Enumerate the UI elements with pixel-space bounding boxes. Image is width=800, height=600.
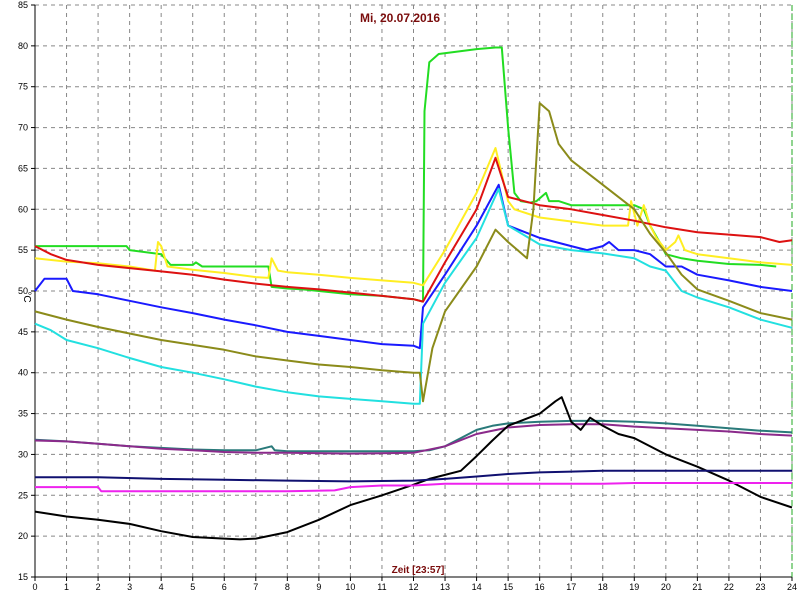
x-tick-label: 10	[345, 582, 355, 592]
y-tick-label: 20	[18, 531, 28, 541]
y-tick-label: 70	[18, 123, 28, 133]
y-tick-label: 25	[18, 490, 28, 500]
chart: 0 1 2 3 4 5 6 7 8 9 10 11 12 13 14 15 16 17 18 19 20 21 22 23 24…	[0, 0, 800, 600]
y-tick-label: 55	[18, 245, 28, 255]
x-tick-label: 22	[724, 582, 734, 592]
x-tick-label: 1	[64, 582, 69, 592]
y-tick-label: 15	[18, 572, 28, 582]
x-tick-label: 3	[127, 582, 132, 592]
y-tick-label: 85	[18, 0, 28, 10]
x-tick-label: 0	[32, 582, 37, 592]
x-tick-label: 7	[253, 582, 258, 592]
chart-background	[0, 0, 800, 600]
x-tick-label: 21	[692, 582, 702, 592]
y-tick-label: 30	[18, 449, 28, 459]
y-tick-label: 35	[18, 409, 28, 419]
y-tick-label: 60	[18, 204, 28, 214]
x-tick-label: 14	[472, 582, 482, 592]
x-tick-label: 4	[159, 582, 164, 592]
x-tick-label: 16	[535, 582, 545, 592]
y-tick-label: 65	[18, 163, 28, 173]
chart-title: Mi, 20.07.2016	[360, 11, 440, 25]
x-tick-label: 11	[377, 582, 386, 592]
x-tick-label: 15	[503, 582, 513, 592]
y-tick-label: 40	[18, 368, 28, 378]
x-tick-label: 17	[566, 582, 576, 592]
y-tick-label: 80	[18, 41, 28, 51]
x-tick-label: 18	[598, 582, 608, 592]
x-tick-label: 12	[408, 582, 418, 592]
x-tick-label: 23	[755, 582, 765, 592]
y-tick-label: 45	[18, 327, 28, 337]
x-tick-label: 2	[96, 582, 101, 592]
x-tick-label: 19	[629, 582, 639, 592]
x-axis-label: Zeit [23:57]	[392, 565, 445, 576]
x-tick-label: 6	[222, 582, 227, 592]
x-tick-label: 9	[316, 582, 321, 592]
x-tick-label: 20	[661, 582, 671, 592]
y-axis-label: °C	[21, 291, 32, 302]
x-tick-label: 24	[787, 582, 797, 592]
y-tick-label: 75	[18, 82, 28, 92]
x-tick-label: 5	[190, 582, 195, 592]
x-tick-label: 8	[285, 582, 290, 592]
x-tick-label: 13	[440, 582, 450, 592]
